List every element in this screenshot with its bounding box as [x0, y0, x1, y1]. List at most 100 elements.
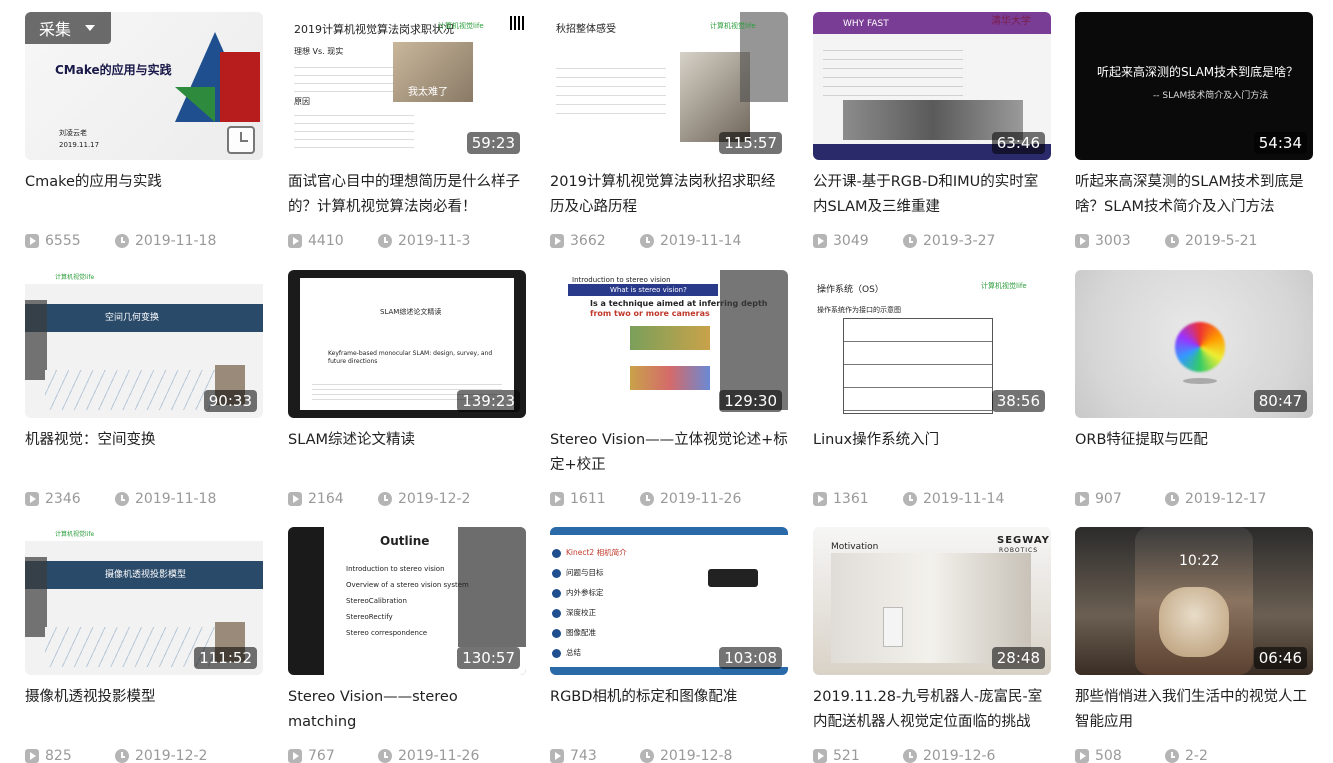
play-icon: [288, 749, 302, 763]
duration-badge: 06:46: [1253, 647, 1307, 669]
play-icon: [25, 234, 39, 248]
video-title[interactable]: 2019计算机视觉算法岗秋招求职经历及心路历程: [550, 170, 788, 220]
video-title[interactable]: RGBD相机的标定和图像配准: [550, 685, 788, 710]
play-count-value: 767: [308, 748, 335, 763]
video-title[interactable]: 公开课-基于RGB-D和IMU的实时室内SLAM及三维重建: [813, 170, 1051, 220]
clock-icon: [640, 749, 654, 763]
duration-badge: 54:34: [1253, 132, 1307, 154]
video-title[interactable]: 那些悄悄进入我们生活中的视觉人工智能应用: [1075, 685, 1313, 735]
watermark: 计算机视觉life: [981, 282, 1027, 290]
video-thumbnail[interactable]: 操作系统（OS） 操作系统作为接口的示意图 计算机视觉life 38:56: [813, 270, 1051, 418]
video-thumbnail[interactable]: 听起来高深测的SLAM技术到底是啥？ -- SLAM技术简介及入门方法 54:34: [1075, 12, 1313, 160]
university-logo: 清华大学: [991, 16, 1031, 27]
video-thumbnail[interactable]: 80:47: [1075, 270, 1313, 418]
slide-text-lines: [823, 42, 963, 97]
duration-badge: 115:57: [719, 132, 782, 154]
clock-icon: [1165, 492, 1179, 506]
video-card: 计算机视觉life 空间几何变换 90:33 机器视觉：空间变换 2346 2019-11…: [25, 270, 263, 510]
play-count-value: 521: [833, 748, 860, 763]
play-count: 825: [25, 748, 72, 763]
slide-bullet-2: from two or more cameras: [590, 309, 710, 318]
video-thumbnail[interactable]: 2019计算机视觉算法岗求职状况 理想 Vs. 现实 我太难了 原因 计算机视觉life…: [288, 12, 526, 160]
upload-date-value: 2019-3-27: [923, 233, 996, 249]
video-thumbnail[interactable]: Motivation SEGWAY ROBOTICS 28:48: [813, 527, 1051, 675]
play-count-value: 2164: [308, 491, 344, 507]
video-title[interactable]: Cmake的应用与实践: [25, 170, 263, 195]
upload-date-value: 2019-11-26: [660, 491, 742, 507]
video-thumbnail[interactable]: 计算机视觉life 空间几何变换 90:33: [25, 270, 263, 418]
video-title[interactable]: SLAM综述论文精读: [288, 428, 526, 453]
dog-face: [1159, 587, 1229, 657]
watermark: 计算机视觉life: [438, 22, 484, 30]
video-thumbnail[interactable]: Introduction to stereo vision What is ste…: [550, 270, 788, 418]
diagram-lines: [45, 370, 215, 410]
video-thumbnail[interactable]: Kinect2 相机简介 问题与目标 内外参标定 深度校正 图像配准 总结 103:08: [550, 527, 788, 675]
upload-date-value: 2019-12-6: [923, 748, 996, 763]
slide-subtitle: What is stereo vision?: [610, 286, 687, 294]
clock-icon: [640, 234, 654, 248]
video-thumbnail[interactable]: SLAM综述论文精读 Keyframe-based monocular SLAM:…: [288, 270, 526, 418]
play-count-value: 6555: [45, 233, 81, 249]
play-icon: [1075, 234, 1089, 248]
video-title[interactable]: Stereo Vision——stereo matching: [288, 685, 526, 735]
collect-dropdown[interactable]: 采集: [25, 12, 111, 44]
duration-badge: 63:46: [991, 132, 1045, 154]
video-title[interactable]: Stereo Vision——立体视觉论述+标定+校正: [550, 428, 788, 478]
video-thumbnail[interactable]: 10:22 06:46: [1075, 527, 1313, 675]
video-title[interactable]: 听起来高深莫测的SLAM技术到底是啥？SLAM技术简介及入门方法: [1075, 170, 1313, 220]
watermark: 计算机视觉life: [710, 22, 756, 30]
side-overlay: [25, 557, 47, 637]
slide-bullet-2: Overview of a stereo vision system: [346, 581, 469, 589]
slide-bullet-5: Stereo correspondence: [346, 629, 428, 637]
play-count: 907: [1075, 491, 1122, 507]
play-count-value: 1611: [570, 491, 606, 507]
video-stats: 2346 2019-11-18: [25, 491, 263, 511]
duration-badge: 59:23: [466, 132, 520, 154]
slide-text-lines-2: [294, 108, 414, 148]
clock-icon: [378, 492, 392, 506]
slide-title: Outline: [380, 534, 430, 548]
play-icon: [288, 234, 302, 248]
agenda-item: 问题与目标: [566, 568, 604, 577]
slide-title: CMake的应用与实践: [55, 63, 172, 77]
video-title[interactable]: ORB特征提取与匹配: [1075, 428, 1313, 453]
video-thumbnail[interactable]: 秋招整体感受 计算机视觉life 115:57: [550, 12, 788, 160]
video-title[interactable]: 面试官心目中的理想简历是什么样子的？计算机视觉算法岗必看！: [288, 170, 526, 220]
duration-badge: 111:52: [194, 647, 257, 669]
play-count: 6555: [25, 233, 81, 249]
play-count: 3049: [813, 233, 869, 249]
side-overlay: [25, 300, 47, 380]
qr-code-icon: [510, 16, 524, 30]
play-icon: [288, 492, 302, 506]
video-title[interactable]: 机器视觉：空间变换: [25, 428, 263, 453]
duration-badge: 28:48: [991, 647, 1045, 669]
play-count-value: 3003: [1095, 233, 1131, 249]
video-thumbnail[interactable]: Outline Introduction to stereo vision Over…: [288, 527, 526, 675]
video-thumbnail[interactable]: WHY FAST 清华大学 63:46: [813, 12, 1051, 160]
play-icon: [1075, 749, 1089, 763]
video-thumbnail[interactable]: 计算机视觉life 摄像机透视投影模型 111:52: [25, 527, 263, 675]
video-title[interactable]: 摄像机透视投影模型: [25, 685, 263, 710]
video-stats: 521 2019-12-6: [813, 748, 1051, 763]
upload-date: 2019-5-21: [1165, 233, 1257, 249]
video-card: 操作系统（OS） 操作系统作为接口的示意图 计算机视觉life 38:56 Linux操…: [813, 270, 1051, 510]
video-title[interactable]: Linux操作系统入门: [813, 428, 1051, 453]
watch-later-icon[interactable]: [227, 126, 255, 154]
video-card: 听起来高深测的SLAM技术到底是啥？ -- SLAM技术简介及入门方法 54:34 听…: [1075, 12, 1313, 252]
upload-date: 2019-11-3: [378, 233, 470, 249]
play-count: 4410: [288, 233, 344, 249]
duration-badge: 38:56: [991, 390, 1045, 412]
video-stats: 3662 2019-11-14: [550, 233, 788, 253]
bullet-dot: [552, 569, 561, 578]
video-title[interactable]: 2019.11.28-九号机器人-庞富民-室内配送机器人视觉定位面临的挑战: [813, 685, 1051, 735]
slide-subtitle: 操作系统作为接口的示意图: [817, 306, 901, 314]
bullet-dot: [552, 609, 561, 618]
video-thumbnail[interactable]: CMake的应用与实践 刘凌云老 2019.11.17 采集: [25, 12, 263, 160]
sphere-shadow: [1183, 378, 1217, 384]
upload-date: 2019-12-17: [1165, 491, 1266, 507]
play-count-value: 743: [570, 748, 597, 763]
upload-date-value: 2019-11-18: [135, 491, 217, 507]
top-bar: [550, 527, 788, 535]
video-stats: 3049 2019-3-27: [813, 233, 1051, 253]
play-count: 1611: [550, 491, 606, 507]
